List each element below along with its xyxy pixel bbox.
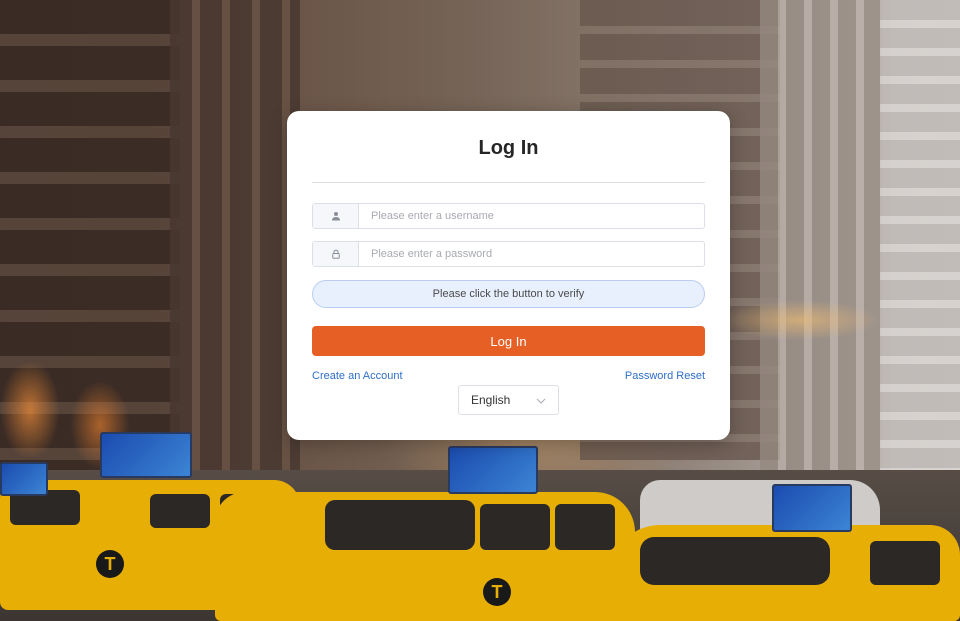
password-input[interactable]	[359, 242, 704, 266]
password-reset-link[interactable]: Password Reset	[625, 370, 705, 382]
language-select-value: English	[471, 393, 511, 407]
chevron-down-icon	[536, 393, 546, 407]
page-title: Log In	[478, 137, 539, 159]
lock-icon	[313, 242, 359, 266]
username-field	[312, 203, 705, 229]
login-button[interactable]: Log In	[312, 326, 705, 356]
verify-button[interactable]: Please click the button to verify	[312, 280, 705, 308]
verify-button-label: Please click the button to verify	[432, 288, 585, 300]
language-select[interactable]: English	[458, 385, 559, 415]
user-icon	[313, 204, 359, 228]
username-input[interactable]	[359, 204, 704, 228]
login-page: T T Log In Please enter a username Pleas…	[0, 0, 960, 621]
login-button-label: Log In	[490, 333, 527, 349]
create-account-link[interactable]: Create an Account	[312, 370, 403, 382]
title-divider	[312, 182, 705, 183]
password-field	[312, 241, 705, 267]
login-card: Log In Please click the button to verif	[287, 111, 730, 440]
